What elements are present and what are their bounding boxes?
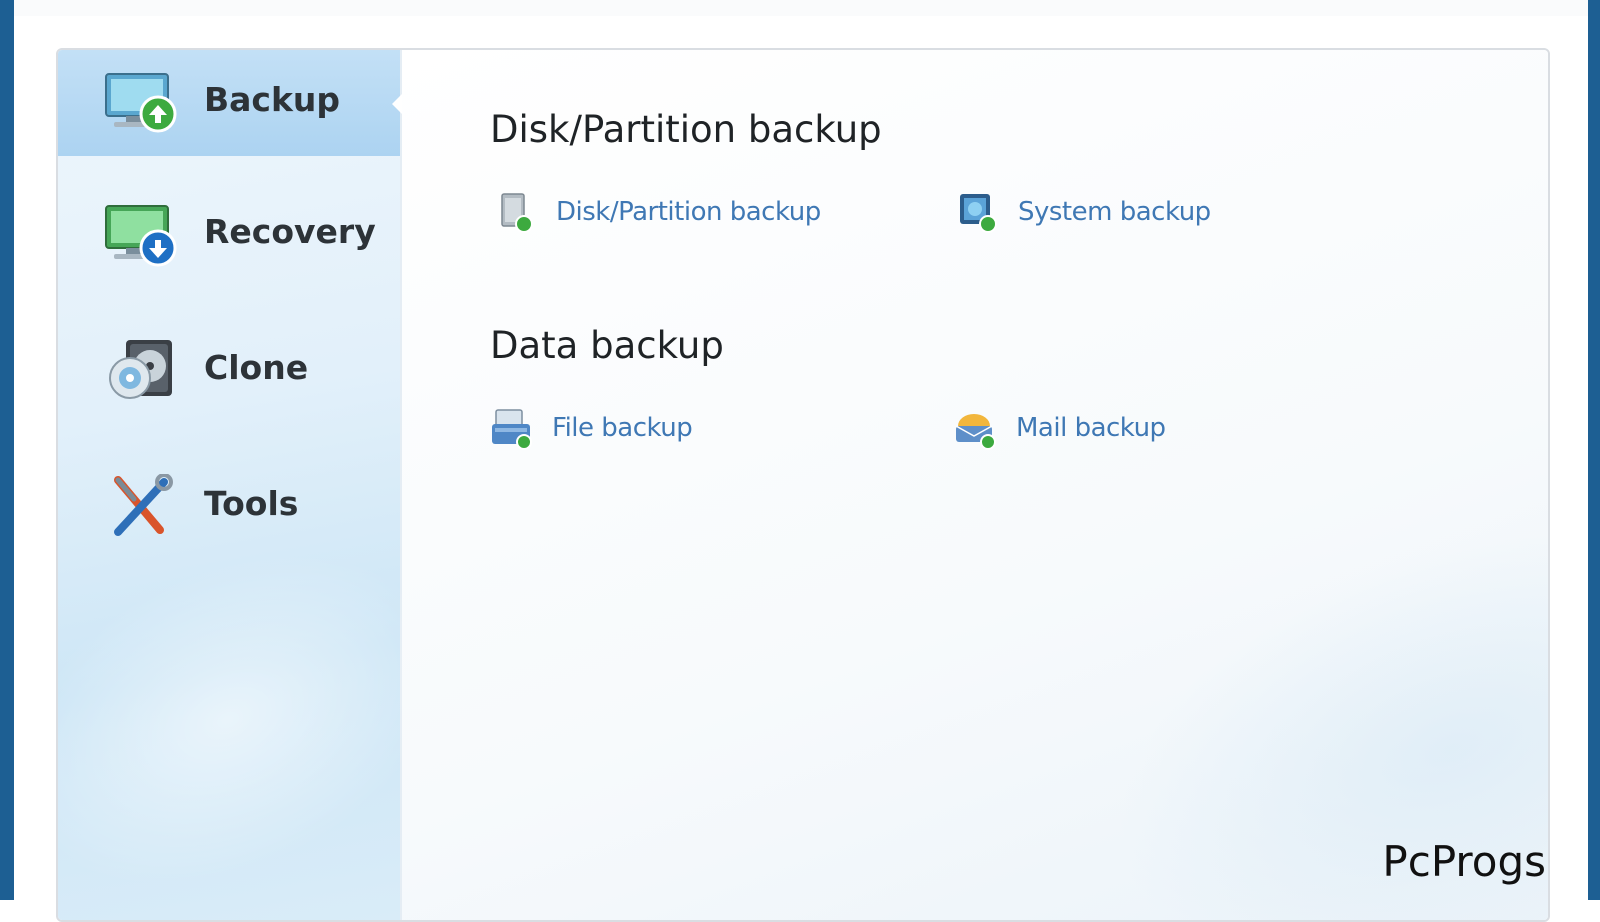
system-backup-link[interactable]: System backup <box>956 190 1211 234</box>
sidebar-item-label: Backup <box>204 80 341 119</box>
link-label: Mail backup <box>1016 413 1166 443</box>
sidebar-item-label: Tools <box>204 484 299 523</box>
window-frame-top <box>14 0 1588 16</box>
sidebar: Backup Recovery Clone Tools <box>58 50 402 920</box>
link-label: File backup <box>552 413 693 443</box>
link-label: Disk/Partition backup <box>556 197 821 227</box>
window-frame-right <box>1588 0 1600 900</box>
watermark-text: PcProgs <box>1382 837 1546 886</box>
system-icon <box>960 194 997 233</box>
sidebar-item-label: Recovery <box>204 212 376 251</box>
section-title-data-backup: Data backup <box>490 324 724 367</box>
mail-icon <box>955 414 996 450</box>
active-pointer <box>392 94 402 114</box>
link-label: System backup <box>1018 197 1211 227</box>
clone-disk-icon <box>109 340 172 399</box>
tools-icon <box>114 474 173 536</box>
disk-partition-backup-link[interactable]: Disk/Partition backup <box>494 190 821 234</box>
backup-monitor-icon <box>105 73 177 133</box>
sidebar-item-label: Clone <box>204 348 309 387</box>
mail-backup-link[interactable]: Mail backup <box>954 406 1166 450</box>
sidebar-item-recovery[interactable]: Recovery <box>58 182 400 288</box>
main-content: Disk/Partition backup Disk/Partition bac… <box>402 50 1548 920</box>
sidebar-item-tools[interactable]: Tools <box>58 454 400 560</box>
recovery-monitor-icon <box>105 205 177 267</box>
disk-icon <box>501 193 533 233</box>
sidebar-item-clone[interactable]: Clone <box>58 318 400 424</box>
section-title-disk-partition: Disk/Partition backup <box>490 108 882 151</box>
file-icon <box>492 409 532 450</box>
main-window: Backup Recovery Clone Tools Disk/Partiti… <box>56 48 1550 922</box>
file-backup-link[interactable]: File backup <box>490 406 693 450</box>
window-frame-left <box>0 0 14 900</box>
sidebar-item-backup[interactable]: Backup <box>58 50 402 156</box>
